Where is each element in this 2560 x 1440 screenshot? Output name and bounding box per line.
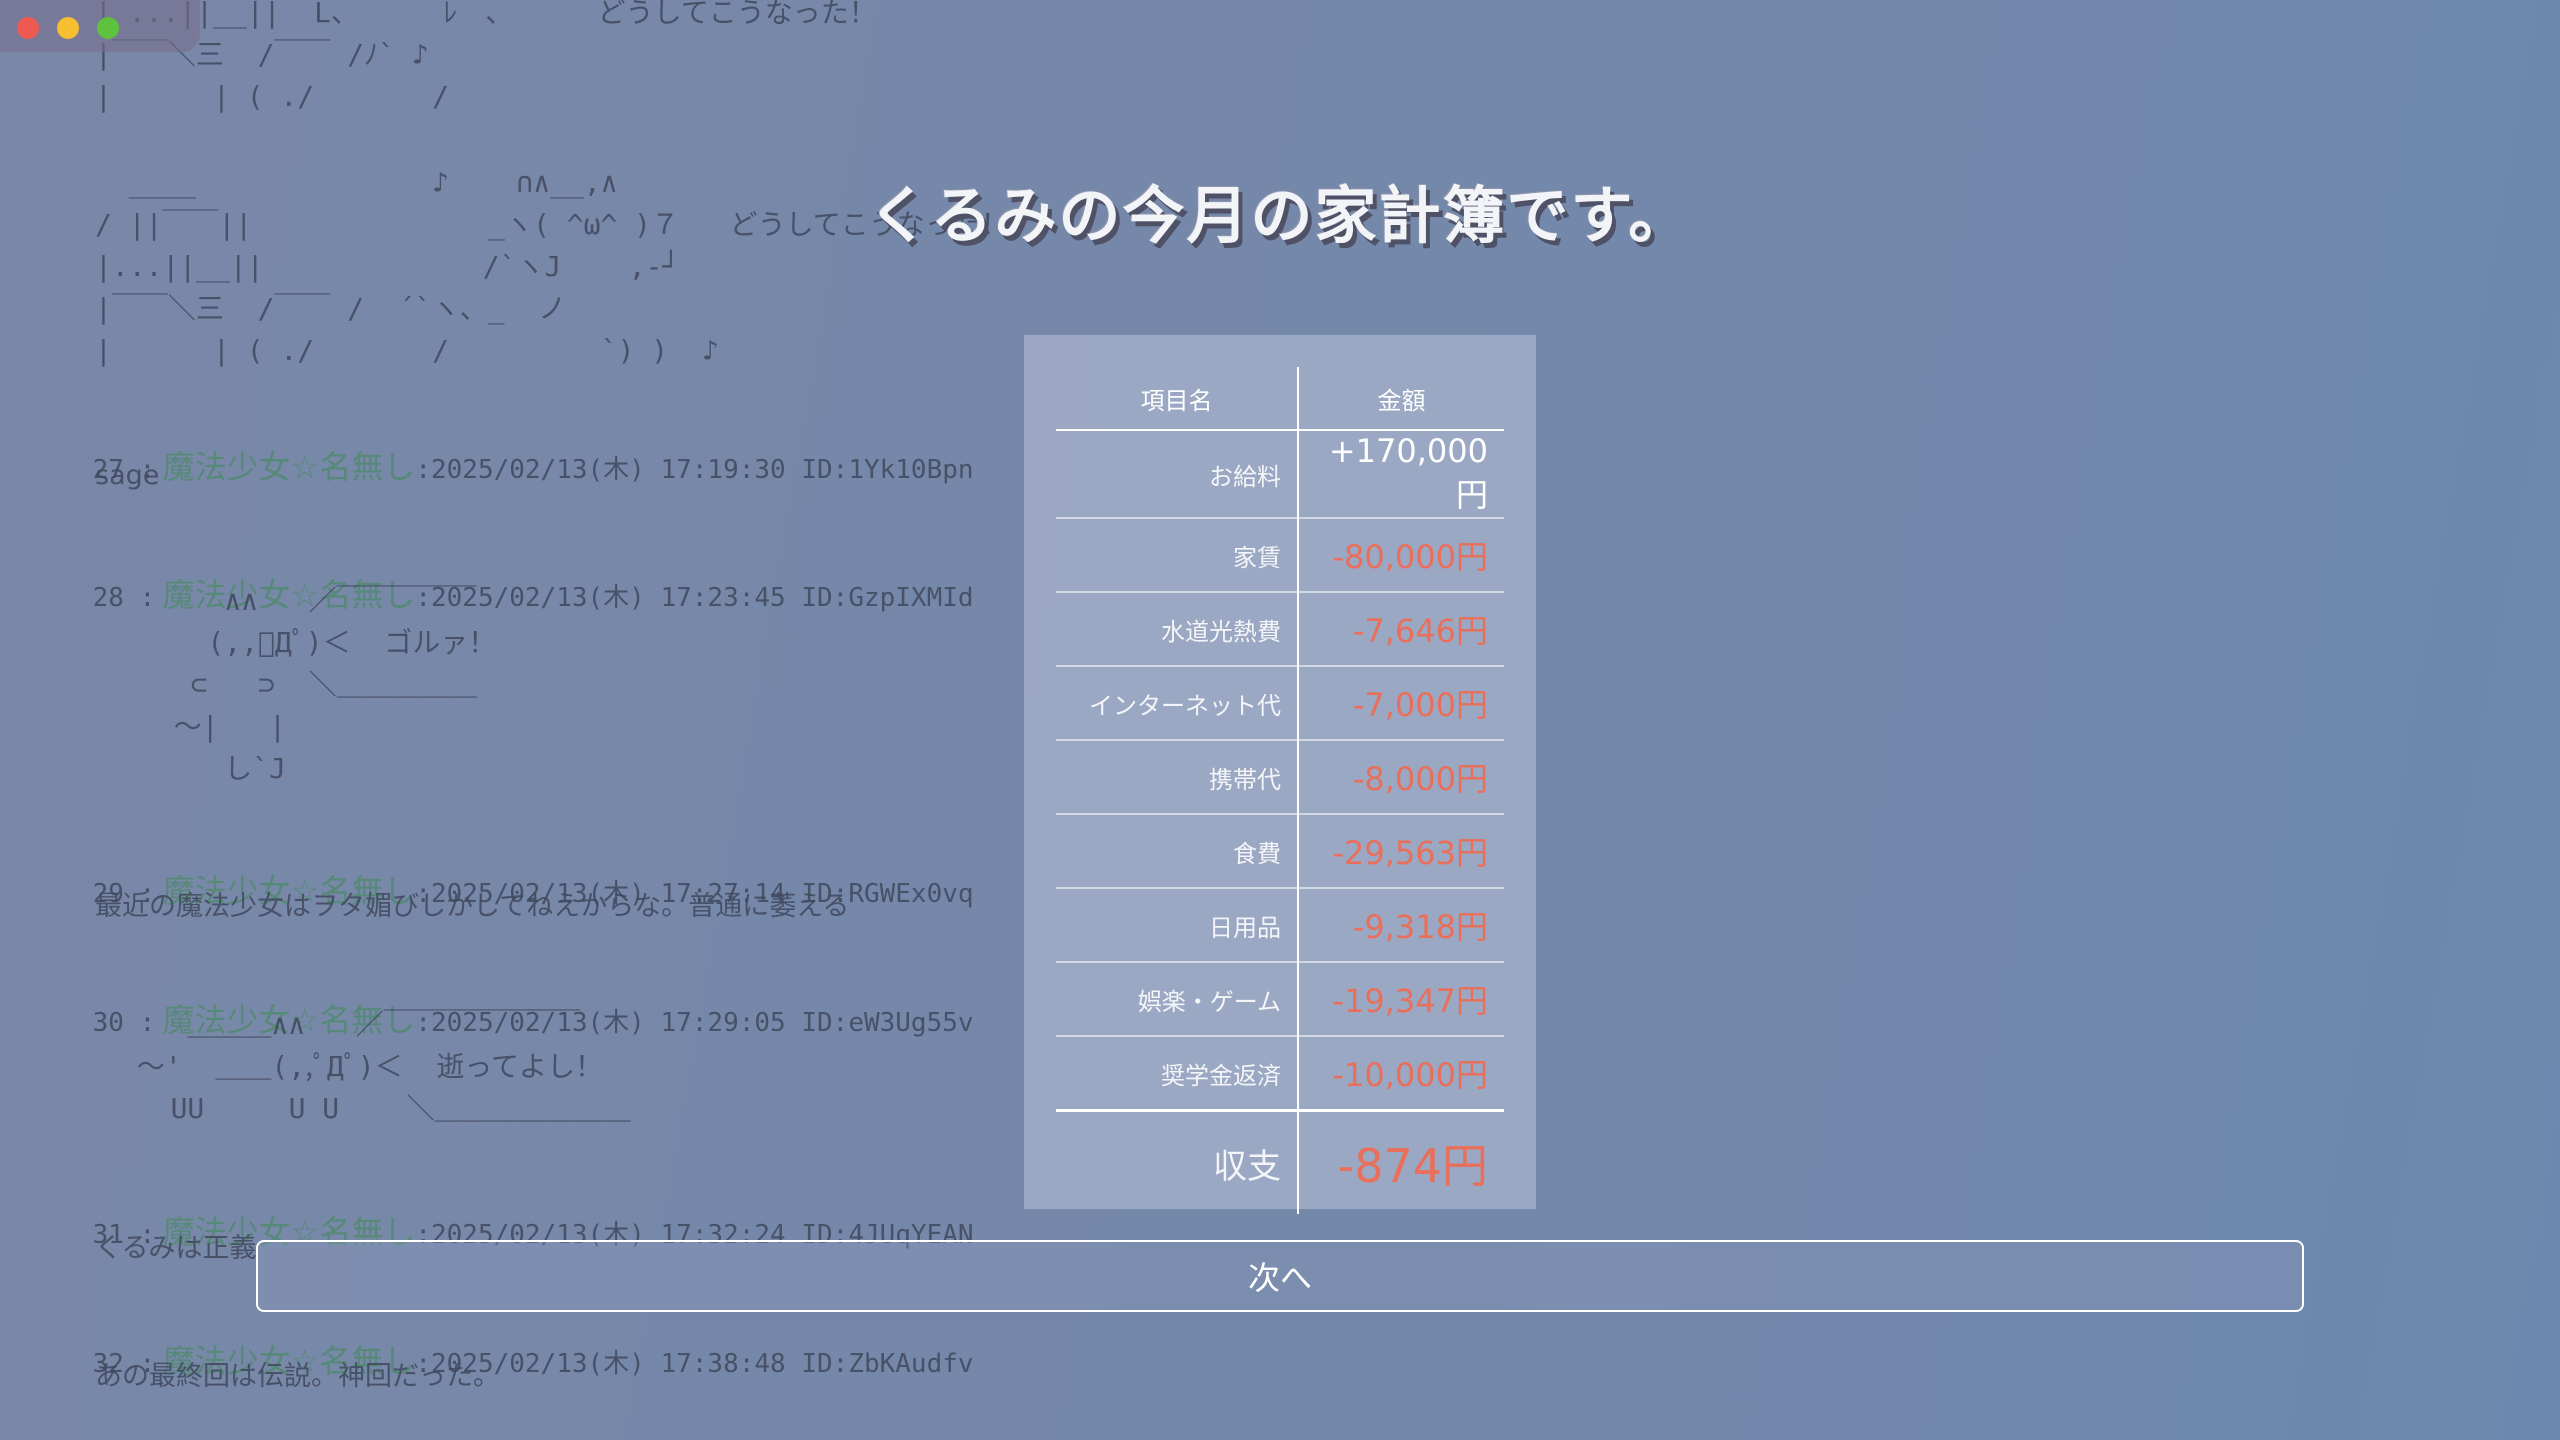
table-row: 食費 -29,563円 xyxy=(1056,814,1504,889)
row-amount: -19,347円 xyxy=(1298,962,1504,1037)
row-amount: +170,000円 xyxy=(1298,430,1504,519)
total-label: 収支 xyxy=(1056,1109,1299,1214)
table-row: インターネット代 -7,000円 xyxy=(1056,666,1504,741)
header-item-name: 項目名 xyxy=(1056,367,1299,431)
window-controls xyxy=(0,0,200,52)
table-row: お給料 +170,000円 xyxy=(1056,430,1504,519)
table-row: 水道光熱費 -7,646円 xyxy=(1056,592,1504,667)
row-amount: -7,646円 xyxy=(1298,592,1504,667)
page-title: くるみの今月の家計簿です。 xyxy=(867,179,1693,252)
total-amount: -874円 xyxy=(1298,1109,1504,1214)
row-label: 水道光熱費 xyxy=(1056,592,1299,667)
header-amount: 金額 xyxy=(1298,367,1504,431)
row-label: 食費 xyxy=(1056,814,1299,889)
row-label: 奨学金返済 xyxy=(1056,1036,1299,1112)
row-amount: -7,000円 xyxy=(1298,666,1504,741)
row-label: 家賃 xyxy=(1056,518,1299,593)
table-row: 奨学金返済 -10,000円 xyxy=(1056,1036,1504,1112)
table-row: 携帯代 -8,000円 xyxy=(1056,740,1504,815)
row-label: 日用品 xyxy=(1056,888,1299,963)
total-row: 収支 -874円 xyxy=(1056,1109,1504,1214)
maximize-window-icon[interactable] xyxy=(97,17,119,39)
row-amount: -9,318円 xyxy=(1298,888,1504,963)
row-label: 携帯代 xyxy=(1056,740,1299,815)
table-header-row: 項目名 金額 xyxy=(1056,367,1504,431)
row-label: 娯楽・ゲーム xyxy=(1056,962,1299,1037)
row-amount: -8,000円 xyxy=(1298,740,1504,815)
row-amount: -80,000円 xyxy=(1298,518,1504,593)
next-button[interactable]: 次へ xyxy=(256,1240,2304,1312)
table-row: 家賃 -80,000円 xyxy=(1056,518,1504,593)
row-label: インターネット代 xyxy=(1056,666,1299,741)
table-row: 日用品 -9,318円 xyxy=(1056,888,1504,963)
budget-ledger-panel: 項目名 金額 お給料 +170,000円 家賃 -80,000円 水道光熱費 -… xyxy=(1024,335,1536,1214)
close-window-icon[interactable] xyxy=(17,17,39,39)
budget-table: 項目名 金額 お給料 +170,000円 家賃 -80,000円 水道光熱費 -… xyxy=(1056,367,1504,1214)
row-amount: -10,000円 xyxy=(1298,1036,1504,1112)
row-amount: -29,563円 xyxy=(1298,814,1504,889)
minimize-window-icon[interactable] xyxy=(57,17,79,39)
table-row: 娯楽・ゲーム -19,347円 xyxy=(1056,962,1504,1037)
row-label: お給料 xyxy=(1056,430,1299,519)
